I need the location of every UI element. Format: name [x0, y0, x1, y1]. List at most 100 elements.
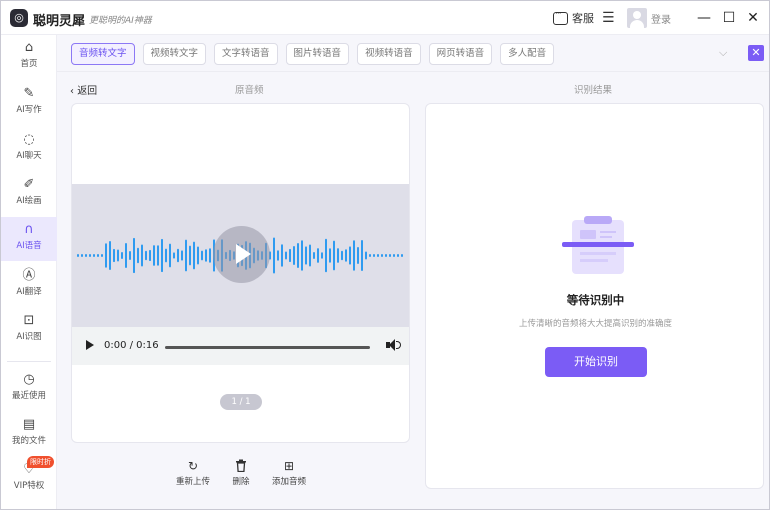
- sidebar-item-label: AI翻译: [16, 287, 42, 297]
- sidebar-item-label: 我的文件: [11, 436, 46, 446]
- sidebar-item-label: AI写作: [16, 105, 42, 115]
- waveform-bar: [301, 240, 303, 271]
- sidebar-item-ai-voice[interactable]: ∩ AI语音: [1, 217, 57, 261]
- waveform-bar: [77, 254, 79, 257]
- play-overlay-button[interactable]: [213, 226, 270, 283]
- sidebar-item-ai-chat[interactable]: ◌ AI聊天: [1, 127, 57, 171]
- waveform-bar: [285, 251, 287, 260]
- waveform-bar: [81, 254, 83, 257]
- sidebar-item-label: AI语音: [16, 241, 42, 251]
- document-waiting-icon: [562, 216, 634, 274]
- history-icon: ◷: [23, 372, 35, 387]
- tab-webpage-to-speech[interactable]: 网页转语音: [428, 43, 493, 65]
- player-progress-track[interactable]: [165, 346, 370, 349]
- sidebar-item-ai-translate[interactable]: Ⓐ AI翻译: [1, 263, 57, 307]
- sidebar: ⌂ 首页 ✎ AI写作 ◌ AI聊天 ✐ AI绘画 ∩ AI语音 Ⓐ AI翻译 …: [1, 35, 57, 509]
- delete-button[interactable]: 删除: [216, 459, 266, 487]
- sidebar-item-label: AI绘画: [16, 196, 42, 206]
- avatar[interactable]: [627, 8, 647, 28]
- minimize-icon[interactable]: —: [695, 9, 713, 27]
- back-button[interactable]: ‹ 返回: [70, 82, 97, 97]
- waveform-bar: [393, 254, 395, 257]
- login-link[interactable]: 登录: [651, 1, 671, 35]
- chevron-down-icon[interactable]: ⌵: [719, 46, 727, 60]
- sidebar-item-ai-painting[interactable]: ✐ AI绘画: [1, 172, 57, 216]
- tab-video-to-speech[interactable]: 视频转语音: [357, 43, 421, 65]
- back-label: 返回: [77, 86, 98, 97]
- waveform-bar: [181, 250, 183, 261]
- waveform-bar: [369, 254, 371, 257]
- waveform-bar: [349, 246, 351, 265]
- waveform-bar: [357, 246, 359, 265]
- waveform-bar: [373, 254, 375, 257]
- start-recognition-button[interactable]: 开始识别: [545, 347, 647, 377]
- waveform-bar: [293, 246, 295, 265]
- waveform-bar: [109, 240, 111, 271]
- waveform-bar: [193, 241, 195, 270]
- sidebar-item-label: 最近使用: [11, 391, 46, 401]
- file-icon: ▤: [22, 417, 36, 432]
- waveform-bar: [141, 244, 143, 267]
- tab-multi-voice-dubbing[interactable]: 多人配音: [500, 43, 555, 65]
- waveform-bar: [321, 252, 323, 259]
- source-audio-heading: 原音频: [235, 85, 264, 96]
- sidebar-item-recent[interactable]: ◷ 最近使用: [1, 367, 57, 411]
- waveform-bar: [345, 249, 347, 262]
- result-card: 等待识别中 上传清晰的音频将大大提高识别的准确度 开始识别: [425, 103, 764, 489]
- sidebar-item-home[interactable]: ⌂ 首页: [1, 35, 57, 79]
- waiting-status-title: 等待识别中: [566, 293, 625, 307]
- waveform-bar: [305, 246, 307, 265]
- maximize-icon[interactable]: ☐: [720, 9, 738, 27]
- play-icon[interactable]: [86, 340, 94, 350]
- tab-text-to-speech[interactable]: 文字转语音: [214, 43, 278, 65]
- waveform-bar: [313, 251, 315, 260]
- waveform-bar: [125, 242, 127, 269]
- sidebar-item-label: VIP特权: [13, 481, 45, 491]
- logo-icon: ◎: [10, 9, 28, 27]
- waveform-bar: [89, 254, 91, 257]
- menu-icon[interactable]: ☰: [602, 1, 615, 35]
- waveform-bar: [177, 248, 179, 263]
- close-icon[interactable]: ✕: [744, 9, 762, 27]
- delete-label: 删除: [232, 477, 250, 487]
- reupload-button[interactable]: ↻ 重新上传: [168, 459, 218, 487]
- waveform-bar: [401, 254, 403, 257]
- waveform-bar: [385, 254, 387, 257]
- source-audio-card: 0:00 / 0:16 1 / 1: [71, 103, 410, 443]
- tab-audio-to-text[interactable]: 音频转文字: [71, 43, 135, 65]
- close-panel-icon[interactable]: ✕: [748, 45, 764, 61]
- scan-icon: ⊡: [23, 313, 35, 328]
- chat-bubble-icon: [553, 9, 568, 25]
- waveform-bar: [133, 237, 135, 274]
- waveform-bar: [333, 240, 335, 271]
- waveform-bar: [113, 248, 115, 263]
- sidebar-item-my-files[interactable]: ▤ 我的文件: [1, 412, 57, 456]
- add-audio-label: 添加音频: [271, 477, 306, 487]
- feature-tabs: 音频转文字 视频转文字 文字转语音 图片转语音 视频转语音 网页转语音 多人配音: [71, 43, 555, 65]
- waveform-bar: [157, 245, 159, 266]
- sidebar-divider: [7, 361, 51, 362]
- pen-icon: ✎: [23, 86, 35, 101]
- sidebar-item-ai-writing[interactable]: ✎ AI写作: [1, 81, 57, 125]
- waveform-bar: [273, 237, 275, 274]
- waveform-bar: [173, 252, 175, 259]
- waveform-bar: [129, 251, 131, 260]
- waiting-tip: 上传清晰的音频将大大提高识别的准确度: [518, 319, 672, 329]
- customer-service-button[interactable]: 客服: [553, 1, 594, 35]
- reupload-label: 重新上传: [175, 477, 210, 487]
- waveform-bar: [353, 240, 355, 271]
- translate-icon: Ⓐ: [22, 268, 36, 283]
- add-audio-button[interactable]: ⊞ 添加音频: [264, 459, 314, 487]
- volume-icon[interactable]: [386, 339, 401, 351]
- waveform-bar: [153, 245, 155, 266]
- divider: [57, 71, 769, 72]
- page-indicator: 1 / 1: [220, 394, 262, 410]
- waveform-bar: [137, 247, 139, 264]
- tab-image-to-speech[interactable]: 图片转语音: [285, 43, 350, 65]
- tab-video-to-text[interactable]: 视频转文字: [142, 43, 207, 65]
- waveform-bar: [117, 249, 119, 262]
- waveform-bar: [201, 250, 203, 261]
- sidebar-item-ai-image-recognition[interactable]: ⊡ AI识图: [1, 308, 57, 352]
- app-slogan: 更聪明的AI神器: [89, 16, 152, 26]
- add-audio-icon: ⊞: [283, 459, 295, 473]
